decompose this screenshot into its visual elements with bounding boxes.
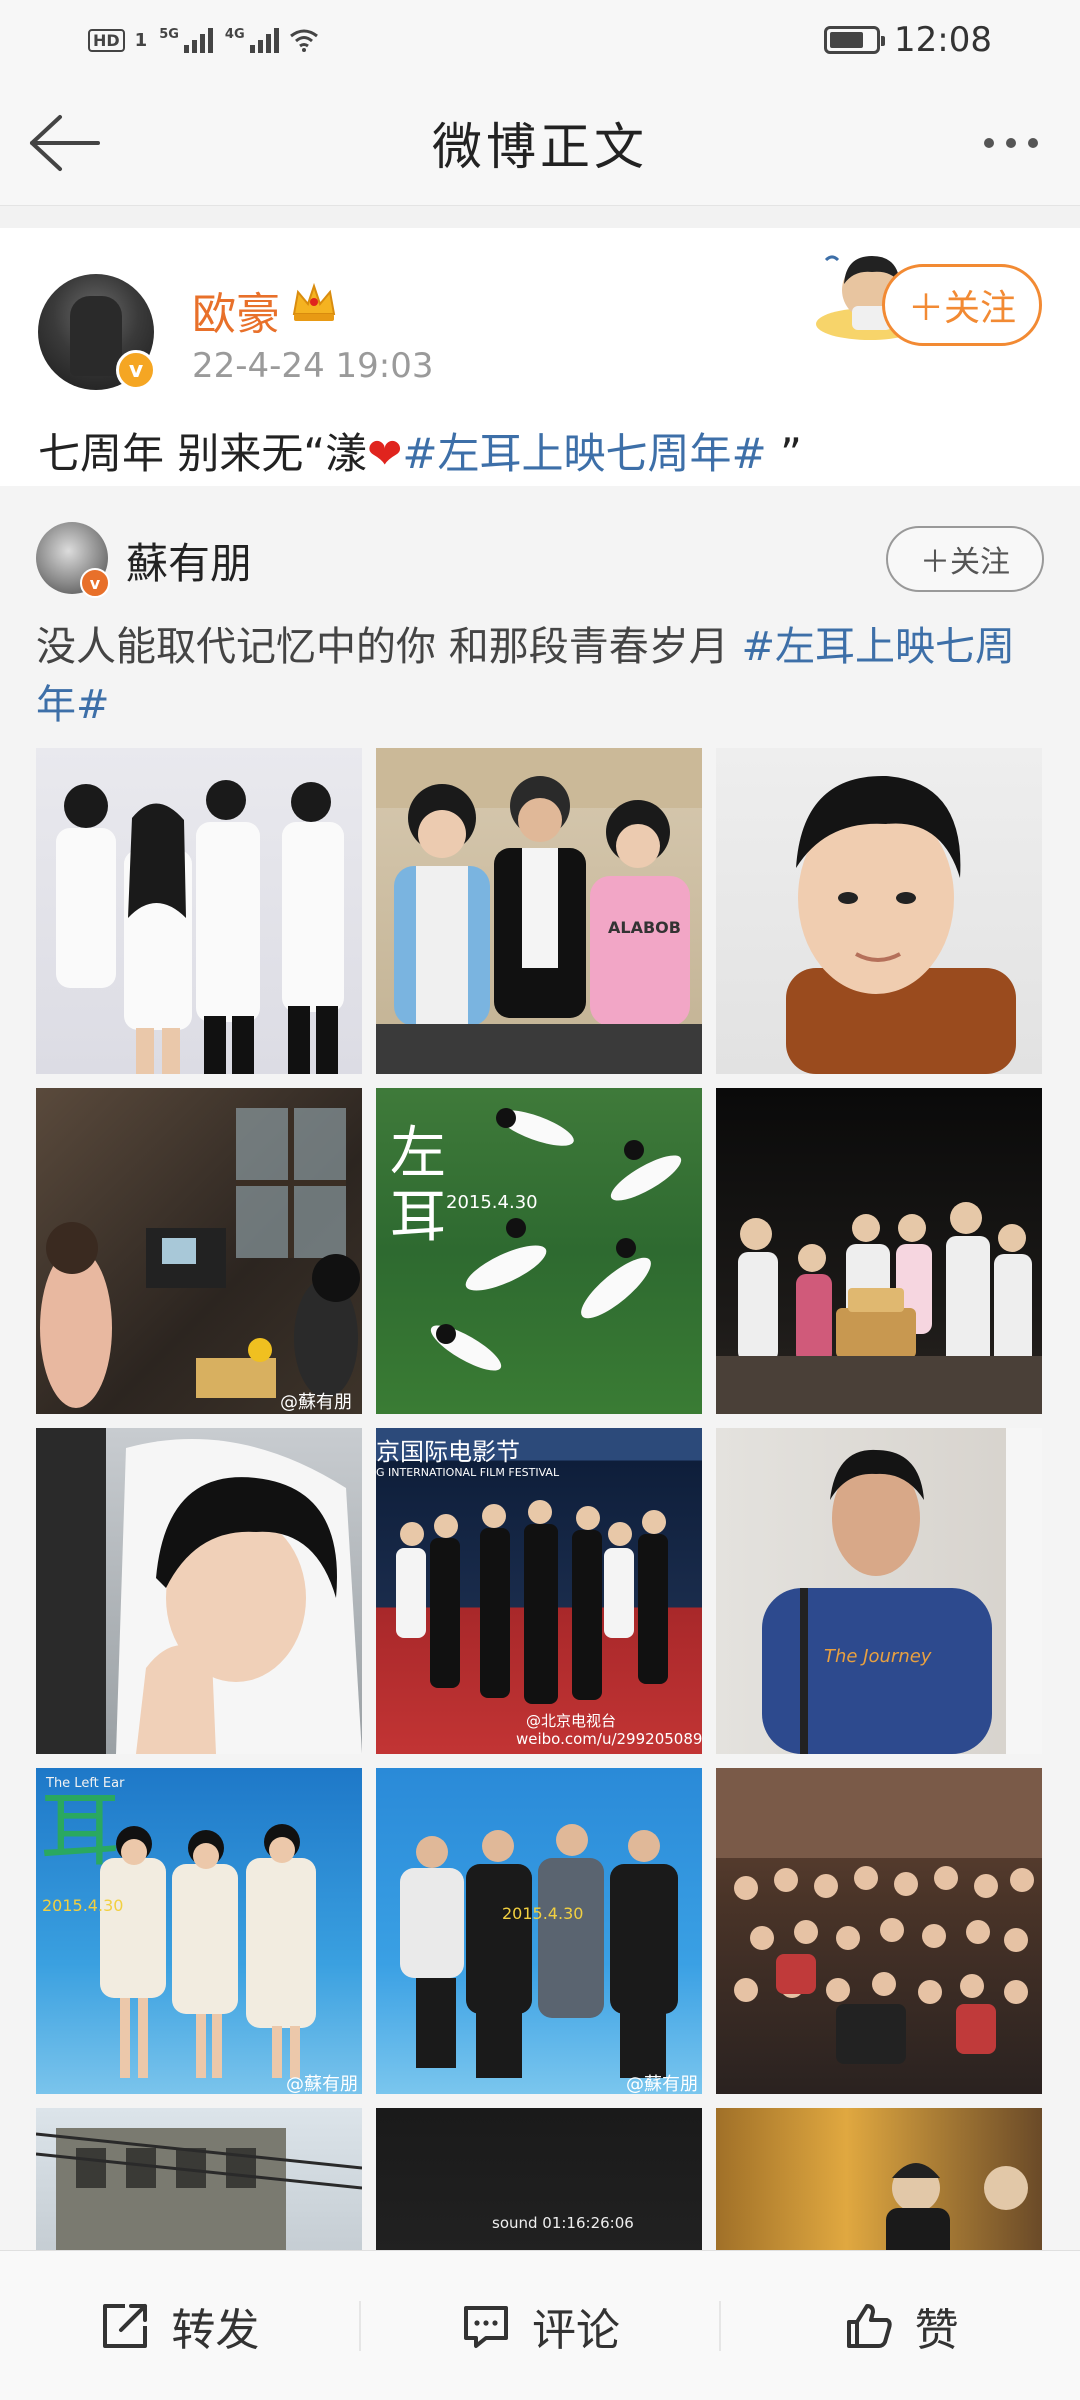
watermark-3: @蘇有朋 [626, 2074, 698, 2094]
follow-button[interactable]: ＋关注 [882, 264, 1042, 346]
shirt-text: The Journey [824, 1646, 932, 1667]
photo-5[interactable]: 左耳 2015.4.30 [376, 1088, 702, 1414]
sim-slot: 1 [134, 29, 148, 51]
clock: 12:08 [894, 20, 992, 60]
photo-4[interactable]: @蘇有朋 [36, 1088, 362, 1414]
photo-6[interactable] [716, 1088, 1042, 1414]
post-time: 22-4-24 19:03 [192, 346, 434, 386]
status-bar: HD 1 5G 4G 12:08 [0, 0, 1080, 80]
like-button[interactable]: 赞 [721, 2251, 1080, 2400]
watermark-1: @蘇有朋 [280, 1392, 352, 1413]
festival-watermark: weibo.com/u/2992050891 [516, 1730, 702, 1748]
photo-8[interactable]: 京国际电影节 G INTERNATIONAL FILM FESTIVAL @北京… [376, 1428, 702, 1754]
repost-label: 转发 [171, 2304, 260, 2356]
avatar-figure [70, 296, 122, 376]
jersey-text: ALABOB [608, 918, 681, 937]
like-label: 赞 [914, 2304, 959, 2356]
repost-button[interactable]: 转发 [0, 2251, 359, 2400]
watermark-2: @蘇有朋 [286, 2074, 358, 2094]
photo-9[interactable]: The Journey [716, 1428, 1042, 1754]
net-label-5g: 5G [159, 27, 179, 42]
post-content: 七周年 别来无“漾❤#左耳上映七周年# ” [38, 420, 802, 481]
photo-7[interactable] [36, 1428, 362, 1754]
post-main: v 欧豪 22-4-24 19:03 ＋关注 七周年 别来无“漾❤#左耳上映七周… [0, 228, 1080, 486]
hd-badge: HD [88, 28, 125, 52]
photo-grid: ALABOB @蘇有朋 左耳 2015.4.30 京国际电影节 G INTERN… [36, 748, 1044, 2250]
festival-watermark-2: @北京电视台 [526, 1712, 617, 1730]
battery-fill [830, 32, 864, 48]
stage-date: 2015.4.30 [42, 1896, 124, 1915]
share-icon [103, 2303, 148, 2348]
bottom-toolbar: 转发 评论 赞 [0, 2250, 1080, 2400]
battery-icon [824, 26, 886, 54]
signal-5g-icon: 5G [159, 27, 213, 53]
photo-2[interactable]: ALABOB [376, 748, 702, 1074]
status-icons: HD 1 5G 4G [88, 27, 319, 53]
author-name[interactable]: 欧豪 [192, 278, 280, 342]
post-text-suffix: ” [766, 429, 802, 478]
comment-icon [464, 2305, 508, 2348]
photo-12[interactable] [716, 1768, 1042, 2094]
repost-follow-button[interactable]: ＋关注 [886, 526, 1044, 592]
photo-13[interactable] [36, 2108, 362, 2250]
poster-date: 2015.4.30 [446, 1192, 538, 1213]
comment-label: 评论 [532, 2304, 620, 2356]
timecode: sound 01:16:26:06 [492, 2214, 634, 2232]
photo-10[interactable]: 耳 The Left Ear 2015.4.30 @蘇有朋 [36, 1768, 362, 2094]
photo-15[interactable] [716, 2108, 1042, 2250]
photo-1[interactable] [36, 748, 362, 1074]
festival-banner-en: G INTERNATIONAL FILM FESTIVAL [376, 1466, 560, 1479]
verified-icon: v [80, 568, 110, 598]
nav-bar: 微博正文 [0, 80, 1080, 206]
signal-4g-icon: 4G [225, 27, 279, 53]
heart-emoji: ❤ [367, 429, 403, 478]
more-button[interactable] [966, 110, 1056, 176]
stage-date-2: 2015.4.30 [502, 1904, 584, 1923]
verified-icon: v [116, 350, 156, 390]
back-arrow-icon [30, 115, 100, 171]
photo-3[interactable] [716, 748, 1042, 1074]
photo-11[interactable]: 2015.4.30 @蘇有朋 [376, 1768, 702, 2094]
repost-card[interactable]: v 蘇有朋 ＋关注 没人能取代记忆中的你 和那段青春岁月 #左耳上映七周年# A… [0, 486, 1080, 2250]
more-dots-icon [984, 138, 1038, 148]
net-label-4g: 4G [224, 27, 245, 42]
festival-banner: 京国际电影节 [376, 1438, 520, 1466]
post-text-prefix: 七周年 别来无“漾 [38, 429, 368, 478]
post-hashtag[interactable]: #左耳上映七周年# [402, 429, 766, 478]
page-title: 微博正文 [432, 117, 648, 176]
crown-icon [292, 282, 336, 321]
left-ear-en: The Left Ear [46, 1776, 125, 1791]
poster-title: 左耳 [390, 1121, 446, 1250]
thumbs-up-icon [846, 2303, 892, 2348]
comment-button[interactable]: 评论 [361, 2251, 720, 2400]
photo-14[interactable]: sound 01:16:26:06 [376, 2108, 702, 2250]
back-button[interactable] [24, 106, 104, 180]
status-right: 12:08 [824, 20, 992, 60]
repost-content: 没人能取代记忆中的你 和那段青春岁月 #左耳上映七周年# [36, 618, 1046, 734]
wifi-icon [289, 29, 318, 52]
repost-text: 没人能取代记忆中的你 和那段青春岁月 [36, 624, 742, 670]
repost-author-name[interactable]: 蘇有朋 [126, 530, 252, 591]
